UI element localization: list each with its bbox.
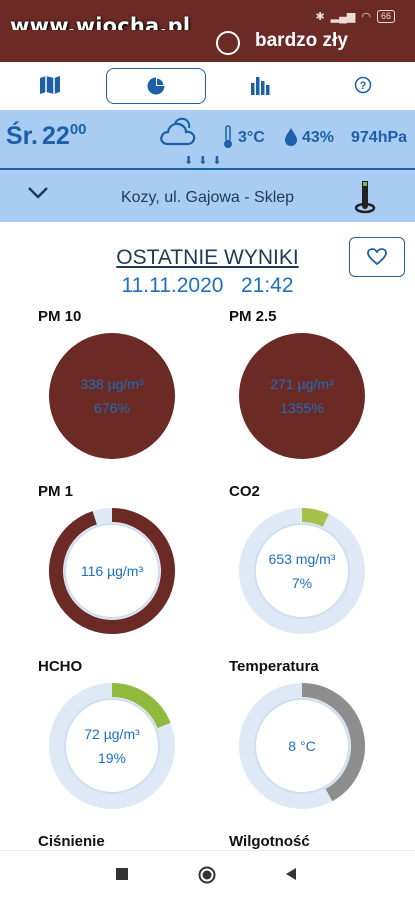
station-name: Kozy, ul. Gajowa - Sklep xyxy=(120,189,295,206)
gauge-value: 338 µg/m³ 676% xyxy=(48,332,176,460)
cloud-icon xyxy=(160,117,196,146)
weather-humidity: 43% xyxy=(302,129,335,146)
weather-minutes: 00 xyxy=(69,121,87,138)
favorite-button[interactable] xyxy=(349,237,405,277)
gauge-value-line1: 338 µg/m³ xyxy=(80,376,144,392)
weather-hour: 2200 xyxy=(42,121,87,150)
nav-help-button[interactable]: ? xyxy=(340,68,386,102)
gauge-value-line1: 116 µg/m³ xyxy=(80,563,144,579)
gauge-label: PM 1 xyxy=(38,483,74,500)
gauge-value-percent: 19% xyxy=(97,750,127,766)
gauge-value-line1: 8 °C xyxy=(288,738,316,754)
gauge-value-line1: 271 µg/m³ xyxy=(270,376,334,392)
gauge-value: 72 µg/m³ 19% xyxy=(48,682,176,810)
results-datetime: 11.11.2020 21:42 xyxy=(0,274,415,298)
heart-icon xyxy=(367,248,387,266)
gauge-co2[interactable]: 653 mg/m³ 7% xyxy=(238,507,366,635)
weather-pressure: 974hPa xyxy=(351,129,408,146)
gauge-pm-1[interactable]: 116 µg/m³ xyxy=(48,507,176,635)
gauge-value-line1: 653 mg/m³ xyxy=(268,551,336,567)
gauge-pm-2-5[interactable]: 271 µg/m³ 1355% xyxy=(238,332,366,460)
nav-map-button[interactable] xyxy=(25,68,75,102)
gauge-temperatura[interactable]: 8 °C xyxy=(238,682,366,810)
gauge-label: PM 10 xyxy=(38,308,82,325)
help-icon: ? xyxy=(354,76,372,94)
top-nav: ? xyxy=(0,62,415,111)
status-icons: ✱ ▂▄▆ ◠ 66 xyxy=(315,10,395,23)
back-icon[interactable] xyxy=(284,867,298,881)
nav-results-button[interactable] xyxy=(106,68,206,104)
humidity-drop-icon xyxy=(285,128,297,146)
recent-apps-icon[interactable] xyxy=(115,867,129,881)
gauge-value: 271 µg/m³ 1355% xyxy=(238,332,366,460)
station-selector[interactable]: Kozy, ul. Gajowa - Sklep xyxy=(0,170,415,222)
pie-chart-icon xyxy=(147,77,165,95)
bluetooth-icon: ✱ xyxy=(315,11,325,23)
gauge-value: 116 µg/m³ xyxy=(48,507,176,635)
gauge-label: HCHO xyxy=(38,658,83,675)
gauge-label: Temperatura xyxy=(229,658,319,675)
gauge-label: Wilgotność xyxy=(229,833,310,850)
gauge-pm-10[interactable]: 338 µg/m³ 676% xyxy=(48,332,176,460)
gauge-value-line1: 72 µg/m³ xyxy=(84,726,140,742)
results-date: 11.11.2020 xyxy=(121,274,224,297)
trend-arrows: ⬇⬇⬇ xyxy=(184,155,227,167)
wifi-icon: ◠ xyxy=(361,11,371,23)
gauge-label: CO2 xyxy=(229,483,260,500)
face-icon xyxy=(216,31,240,55)
bar-chart-icon xyxy=(251,77,270,95)
air-quality-status: bardzo zły xyxy=(255,30,348,51)
battery-icon: 66 xyxy=(376,10,395,23)
gauge-value: 653 mg/m³ 7% xyxy=(238,507,366,635)
air-quality-banner[interactable]: bardzo zły xyxy=(0,30,415,62)
map-icon xyxy=(40,76,60,94)
results-time: 21:42 xyxy=(240,274,294,297)
thermometer-icon xyxy=(224,125,232,148)
signal-icon: ▂▄▆ xyxy=(330,11,356,23)
gauge-label: PM 2.5 xyxy=(229,308,277,325)
svg-text:?: ? xyxy=(360,80,367,92)
weather-bar[interactable]: Śr. 2200 ⬇⬇⬇ 3°C 43% 974hPa xyxy=(0,110,415,170)
system-navigation-bar xyxy=(0,850,415,901)
nav-statistics-button[interactable] xyxy=(235,68,285,102)
sensor-icon[interactable] xyxy=(354,180,376,214)
home-icon[interactable] xyxy=(198,866,216,884)
weather-temperature: 3°C xyxy=(238,129,265,146)
gauge-value-percent: 1355% xyxy=(280,400,324,416)
gauge-value: 8 °C xyxy=(238,682,366,810)
weather-day: Śr. xyxy=(6,122,38,150)
gauge-label: Ciśnienie xyxy=(38,833,105,850)
gauge-value-percent: 676% xyxy=(94,400,130,416)
gauge-value-percent: 7% xyxy=(291,575,313,591)
gauge-hcho[interactable]: 72 µg/m³ 19% xyxy=(48,682,176,810)
